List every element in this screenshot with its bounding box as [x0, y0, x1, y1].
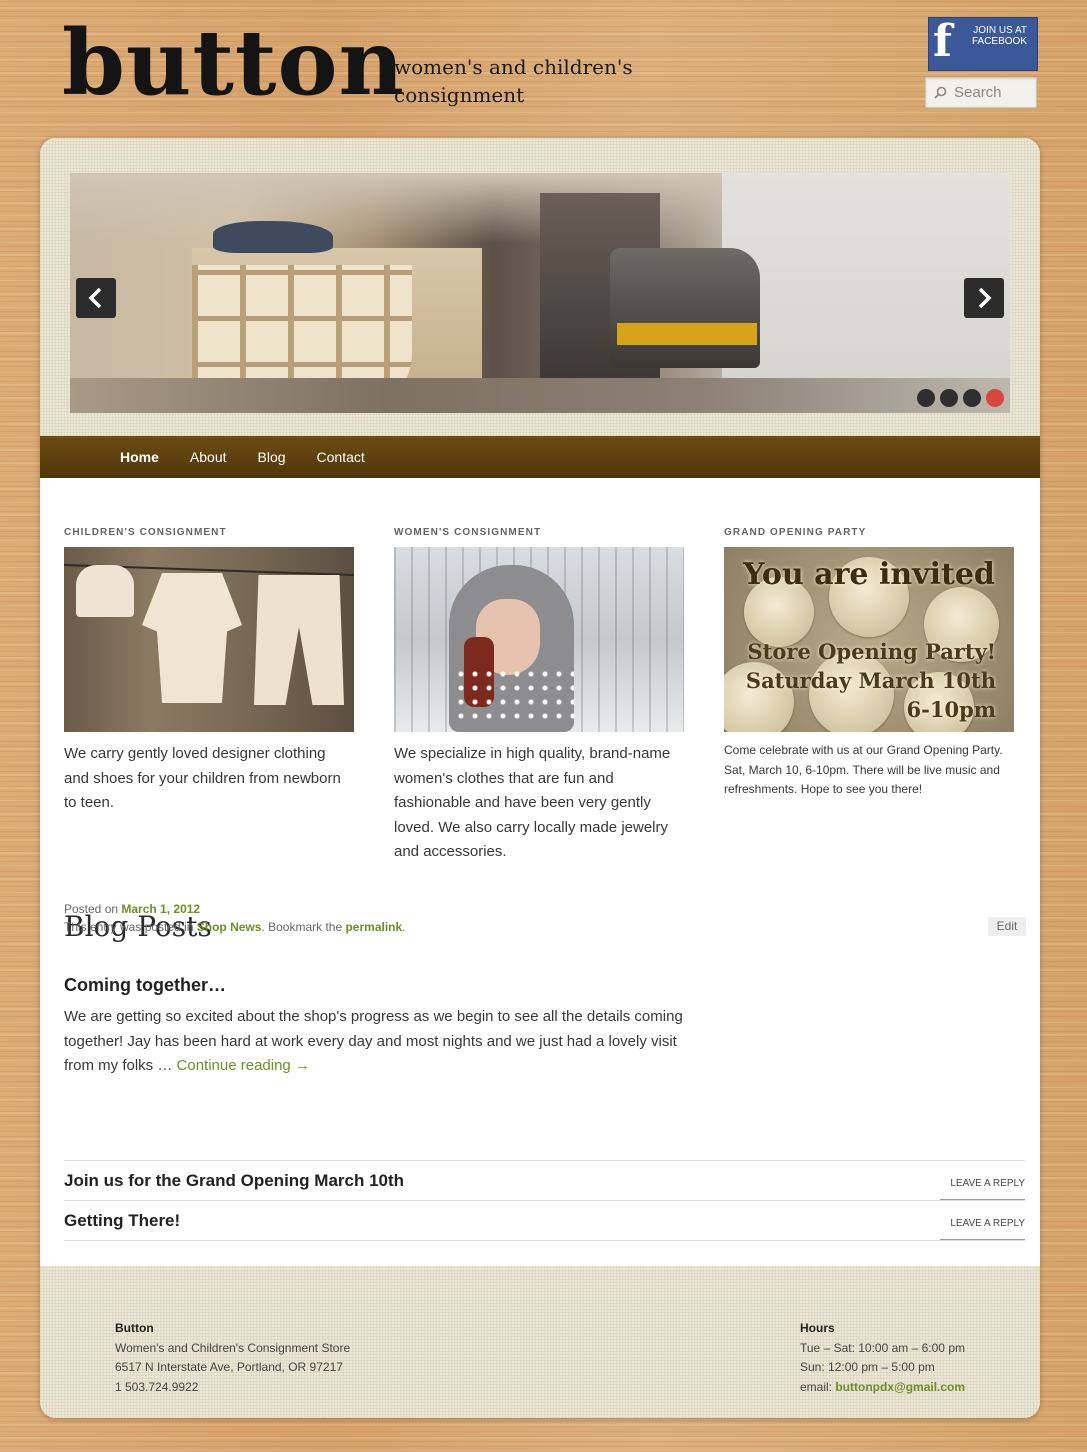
slider-dot[interactable] [917, 389, 935, 407]
continue-reading-link[interactable]: Continue reading → [177, 1057, 310, 1074]
post-date-link[interactable]: March 1, 2012 [121, 902, 200, 916]
footer-business-info: Button Women's and Children's Consignmen… [115, 1319, 350, 1397]
list-post-title-link[interactable]: Getting There! [64, 1211, 180, 1231]
invite-line: 6-10pm [906, 697, 996, 722]
feature-text: Come celebrate with us at our Grand Open… [724, 743, 1003, 796]
womens-winter-image [394, 547, 684, 732]
footer-phone: 1 503.724.9922 [115, 1379, 199, 1394]
list-post-item: Getting There! LEAVE A REPLY [64, 1200, 1025, 1241]
post-meta-date: Posted on March 1, 2012 [64, 900, 200, 918]
chevron-right-icon [978, 287, 992, 309]
footer-business-description: Women's and Children's Consignment Store [115, 1340, 351, 1355]
chevron-left-icon [88, 287, 102, 309]
footer-hours: Hours Tue – Sat: 10:00 am – 6:00 pm Sun:… [800, 1319, 965, 1397]
main-content: CHILDREN'S CONSIGNMENT We carry gently l… [40, 478, 1040, 1266]
feature-heading: CHILDREN'S CONSIGNMENT [64, 527, 227, 538]
meta-label: Posted on [64, 902, 122, 916]
site-footer: Button Women's and Children's Consignmen… [40, 1266, 1040, 1418]
post-title-link[interactable]: Coming together… [64, 975, 226, 996]
feature-text: We carry gently loved designer clothing … [64, 745, 341, 811]
feature-grand-opening: GRAND OPENING PARTY You are invited Stor… [724, 527, 1014, 800]
page-container: Home About Blog Contact CHILDREN'S CONSI… [40, 138, 1040, 1418]
post-excerpt-text: We are getting so excited about the shop… [64, 1008, 683, 1074]
facebook-icon: f [933, 16, 952, 67]
feature-heading: GRAND OPENING PARTY [724, 527, 867, 538]
nav-item-about[interactable]: About [190, 449, 227, 465]
invite-headline: You are invited [743, 557, 995, 592]
edit-button[interactable]: Edit [988, 917, 1026, 936]
slider-prev-button[interactable] [76, 278, 116, 318]
footer-address: 6517 N Interstate Ave, Portland, OR 9721… [115, 1360, 343, 1374]
footer-business-name: Button [115, 1321, 154, 1335]
banner-area [40, 138, 1040, 436]
image-slider [70, 173, 1010, 413]
search-icon [934, 86, 947, 99]
slider-dot[interactable] [940, 389, 958, 407]
post-meta-category: This entry was posted in Shop News. Book… [64, 918, 406, 936]
list-post-title-link[interactable]: Join us for the Grand Opening March 10th [64, 1171, 404, 1191]
feature-womens: WOMEN'S CONSIGNMENT We specialize in hig… [394, 527, 684, 865]
grand-opening-invitation-image: You are invited Store Opening Party! Sat… [724, 547, 1014, 732]
slider-next-button[interactable] [964, 278, 1004, 318]
feature-text: We specialize in high quality, brand-nam… [394, 745, 671, 860]
leave-reply-link[interactable]: LEAVE A REPLY [940, 1177, 1025, 1201]
footer-hours-heading: Hours [800, 1321, 835, 1335]
search-input[interactable] [954, 84, 1034, 101]
list-post-item: Join us for the Grand Opening March 10th… [64, 1160, 1025, 1201]
divider [64, 1240, 1025, 1241]
leave-reply-link[interactable]: LEAVE A REPLY [940, 1217, 1025, 1241]
nav-item-blog[interactable]: Blog [258, 449, 286, 465]
main-navigation: Home About Blog Contact [40, 436, 1040, 478]
nav-item-home[interactable]: Home [120, 449, 159, 465]
footer-hours-sunday: Sun: 12:00 pm – 5:00 pm [800, 1360, 935, 1374]
category-link[interactable]: Shop News [197, 920, 262, 934]
feature-childrens: CHILDREN'S CONSIGNMENT We carry gently l… [64, 527, 354, 816]
slider-dot-active[interactable] [986, 389, 1004, 407]
facebook-join-label: JOIN US AT FACEBOOK [971, 25, 1027, 47]
search-box[interactable] [925, 77, 1037, 108]
meta-label: This entry was posted in [64, 920, 197, 934]
nav-item-contact[interactable]: Contact [317, 449, 365, 465]
feature-heading: WOMEN'S CONSIGNMENT [394, 527, 542, 538]
post-excerpt: We are getting so excited about the shop… [64, 1005, 704, 1079]
slider-pagination [917, 389, 1004, 407]
invite-line: Saturday March 10th [745, 668, 996, 693]
footer-email-link[interactable]: buttonpdx@gmail.com [835, 1380, 965, 1394]
invite-line: Store Opening Party! [747, 639, 996, 664]
facebook-join-button[interactable]: f JOIN US AT FACEBOOK [928, 17, 1038, 71]
meta-label: . [402, 920, 406, 934]
footer-email-label: email: [800, 1379, 836, 1394]
site-logo[interactable]: button [62, 18, 405, 108]
footer-email-line: email: buttonpdx@gmail.com [800, 1378, 965, 1398]
permalink-link[interactable]: permalink [345, 920, 402, 934]
slider-dot[interactable] [963, 389, 981, 407]
site-tagline: women's and children's consignment [394, 55, 633, 107]
footer-hours-weekdays: Tue – Sat: 10:00 am – 6:00 pm [800, 1340, 965, 1355]
meta-label: . Bookmark the [261, 920, 346, 934]
childrens-clothing-image [64, 547, 354, 732]
